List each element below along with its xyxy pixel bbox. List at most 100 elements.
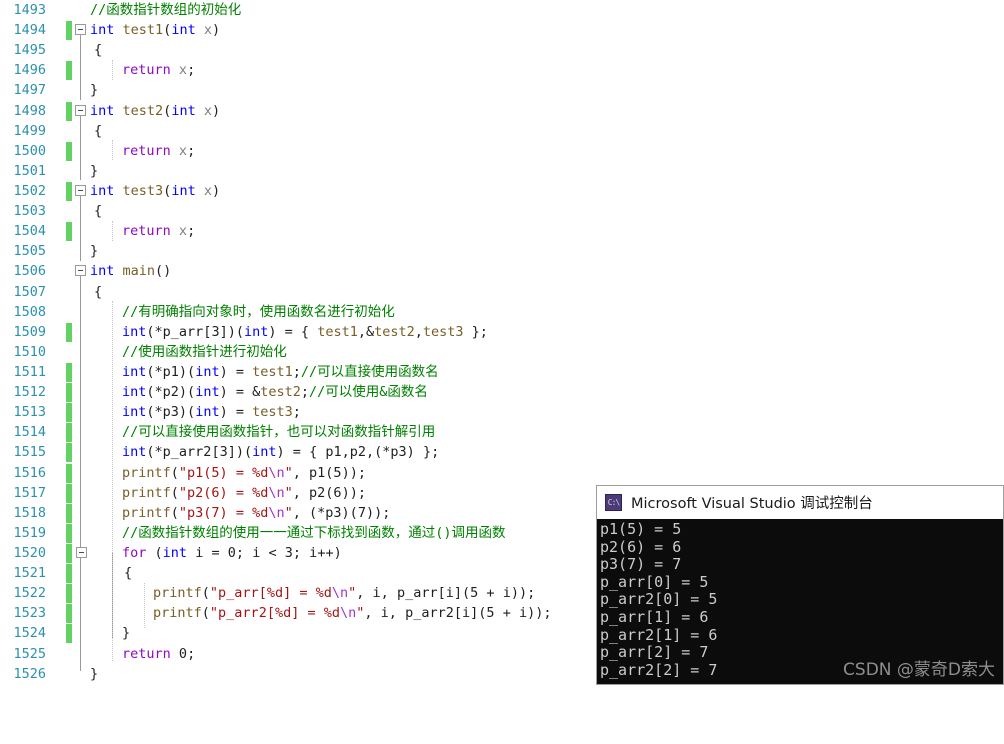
code-text: return x; [122,223,196,240]
line-number: 1499 [13,122,46,139]
code-text: int(*p_arr[3])(int) = { test1,&test2,tes… [122,323,488,340]
change-bar [66,61,72,81]
code-line[interactable]: 1504 return x; [0,221,1004,242]
code-text: } [90,162,99,179]
console-output-line: p_arr[2] = 7 [600,643,709,662]
line-number: 1514 [13,424,46,441]
line-number: 1506 [13,263,46,280]
line-number: 1504 [13,223,46,240]
code-line[interactable]: 1516 printf("p1(5) = %d\n", p1(5)); [0,463,1004,483]
code-line[interactable]: 1512 int(*p2)(int) = &test2;//可以使用&函数名 [0,382,1004,403]
change-bar [66,322,72,342]
code-line[interactable]: 1515 int(*p_arr2[3])(int) = { p1,p2,(*p3… [0,442,1004,463]
fold-toggle-icon[interactable] [75,104,86,116]
console-window[interactable]: C:\ Microsoft Visual Studio 调试控制台 p1(5) … [596,485,1004,685]
code-text: { [94,42,103,59]
code-text: printf("p_arr[%d] = %d\n", i, p_arr[i](5… [153,585,536,602]
code-text: int(*p2)(int) = &test2;//可以使用&函数名 [122,384,428,401]
change-bar [66,624,72,644]
fold-toggle-icon[interactable] [75,265,86,277]
line-number: 1502 [13,182,46,199]
change-bar [66,21,72,41]
code-text: //函数指针数组的初始化 [90,2,242,18]
code-text: printf("p3(7) = %d\n", (*p3)(7)); [122,504,391,521]
code-line[interactable]: 1494 int test1(int x) [0,20,1004,41]
code-line[interactable]: 1505 } [0,241,1004,261]
change-bar [66,222,72,242]
code-text: printf("p2(6) = %d\n", p2(6)); [122,484,366,501]
code-text: return x; [122,62,196,79]
code-text: return x; [122,142,196,159]
code-line[interactable]: 1500 return x; [0,141,1004,161]
change-bar [66,443,72,463]
code-line[interactable]: 1509 int(*p_arr[3])(int) = { test1,&test… [0,322,1004,342]
code-line[interactable]: 1498 int test2(int x) [0,101,1004,121]
code-text: return 0; [122,645,196,662]
line-number: 1494 [13,22,46,39]
change-bar [66,141,72,161]
line-number: 1513 [13,404,46,421]
change-bar [66,584,72,604]
fold-toggle-icon[interactable] [75,24,86,36]
line-number: 1515 [13,444,46,461]
code-line[interactable]: 1506 int main() [0,261,1004,281]
console-titlebar[interactable]: C:\ Microsoft Visual Studio 调试控制台 [597,486,1003,519]
code-text: { [94,122,103,139]
code-line[interactable]: 1503 { [0,201,1004,221]
code-text: int main() [90,263,172,280]
code-text: //可以直接使用函数指针，也可以对函数指针解引用 [122,424,436,441]
code-text: { [124,565,133,582]
code-line[interactable]: 1502 int test3(int x) [0,181,1004,201]
code-text: //有明确指向对象时，使用函数名进行初始化 [122,303,395,320]
line-number: 1525 [13,645,46,662]
code-text: int test2(int x) [90,102,221,119]
code-text: int test3(int x) [90,182,221,199]
change-bar [66,523,72,543]
change-bar [66,362,72,382]
console-output-line: p1(5) = 5 [600,520,682,538]
code-line[interactable]: 1501 } [0,161,1004,181]
code-line[interactable]: 1514 //可以直接使用函数指针，也可以对函数指针解引用 [0,422,1004,443]
line-number: 1501 [13,162,46,179]
code-text: } [90,243,99,260]
line-number: 1498 [13,102,46,119]
change-bar [66,181,72,201]
fold-toggle-icon[interactable] [75,184,86,196]
change-bar [66,604,72,624]
code-line[interactable]: 1497 } [0,80,1004,100]
console-output-line: p2(6) = 6 [600,537,682,556]
line-number: 1508 [13,303,46,320]
line-number: 1522 [13,585,46,602]
change-bar [66,503,72,523]
line-number: 1510 [13,343,46,360]
code-text: int(*p1)(int) = test1;//可以直接使用函数名 [122,363,439,380]
code-text: int test1(int x) [90,22,221,39]
change-bar [66,101,72,121]
code-text: } [90,82,99,99]
code-line[interactable]: 1495 { [0,40,1004,60]
code-line[interactable]: 1499 { [0,121,1004,141]
code-text: for (int i = 0; i < 3; i++) [122,544,342,561]
console-output-line: p_arr2[0] = 5 [600,590,718,609]
line-number: 1511 [13,363,46,380]
code-line[interactable]: 1496 return x; [0,60,1004,81]
line-number: 1495 [13,42,46,59]
code-text: } [90,665,99,682]
code-line[interactable]: 1493 //函数指针数组的初始化 [0,0,1004,20]
code-line[interactable]: 1510 //使用函数指针进行初始化 [0,342,1004,362]
code-line[interactable]: 1511 int(*p1)(int) = test1;//可以直接使用函数名 [0,362,1004,382]
console-output-area[interactable]: p1(5) = 5 p2(6) = 6 p3(7) = 7 p_arr[0] =… [597,519,1003,684]
change-bar [66,423,72,443]
change-bar [66,564,72,584]
change-bar [66,463,72,483]
code-line[interactable]: 1508 //有明确指向对象时，使用函数名进行初始化 [0,302,1004,322]
fold-toggle-icon[interactable] [76,546,87,558]
change-bar [66,383,72,403]
line-number: 1497 [13,82,46,99]
line-number: 1512 [13,384,46,401]
code-line[interactable]: 1507 { [0,282,1004,302]
console-title: Microsoft Visual Studio 调试控制台 [631,496,873,512]
code-line[interactable]: 1513 int(*p3)(int) = test3; [0,402,1004,423]
line-number: 1517 [13,484,46,501]
code-text: int(*p3)(int) = test3; [122,404,301,421]
